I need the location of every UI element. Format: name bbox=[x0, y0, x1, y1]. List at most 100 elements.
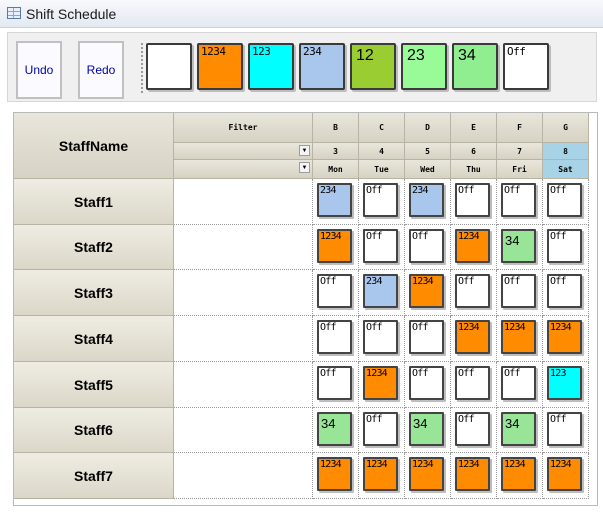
schedule-cell[interactable]: 234 bbox=[359, 270, 405, 316]
column-date-B[interactable]: 3 bbox=[313, 143, 359, 160]
column-letter-C[interactable]: C bbox=[359, 113, 405, 143]
palette-shift-12[interactable]: 12 bbox=[350, 43, 396, 90]
schedule-cell[interactable]: Off bbox=[543, 225, 589, 270]
shift-tile-Off[interactable]: Off bbox=[409, 229, 444, 263]
schedule-cell[interactable]: 34 bbox=[497, 408, 543, 453]
shift-tile-Off[interactable]: Off bbox=[409, 366, 444, 400]
schedule-cell[interactable]: Off bbox=[405, 316, 451, 362]
palette-shift-34[interactable]: 34 bbox=[452, 43, 498, 90]
shift-tile-1234[interactable]: 1234 bbox=[455, 229, 490, 263]
schedule-cell[interactable]: Off bbox=[543, 179, 589, 225]
shift-tile-234[interactable]: 234 bbox=[363, 274, 398, 308]
column-letter-G[interactable]: G bbox=[543, 113, 589, 143]
row-header-staff2[interactable]: Staff2 bbox=[14, 225, 174, 270]
shift-tile-Off[interactable]: Off bbox=[501, 274, 536, 308]
palette-shift-23[interactable]: 23 bbox=[401, 43, 447, 90]
shift-tile-1234[interactable]: 1234 bbox=[317, 457, 352, 491]
shift-tile-Off[interactable]: Off bbox=[455, 183, 490, 217]
schedule-cell[interactable]: 1234 bbox=[359, 453, 405, 499]
schedule-cell[interactable]: Off bbox=[451, 270, 497, 316]
dropdown-arrow-icon[interactable]: ▼ bbox=[299, 145, 310, 156]
schedule-cell[interactable]: 1234 bbox=[359, 362, 405, 408]
shift-tile-Off[interactable]: Off bbox=[501, 183, 536, 217]
schedule-cell[interactable]: Off bbox=[405, 225, 451, 270]
shift-tile-1234[interactable]: 1234 bbox=[363, 366, 398, 400]
shift-tile-Off[interactable]: Off bbox=[363, 320, 398, 354]
schedule-cell[interactable]: Off bbox=[405, 362, 451, 408]
shift-tile-34[interactable]: 34 bbox=[409, 412, 444, 446]
palette-shift-Off[interactable]: Off bbox=[503, 43, 549, 90]
schedule-cell[interactable]: Off bbox=[359, 408, 405, 453]
column-date-D[interactable]: 5 bbox=[405, 143, 451, 160]
shift-tile-Off[interactable]: Off bbox=[363, 183, 398, 217]
shift-tile-Off[interactable]: Off bbox=[547, 274, 582, 308]
row-header-staff4[interactable]: Staff4 bbox=[14, 316, 174, 362]
shift-tile-34[interactable]: 34 bbox=[501, 229, 536, 263]
shift-tile-Off[interactable]: Off bbox=[547, 229, 582, 263]
filter-dropdown-row-2[interactable]: ▼ bbox=[174, 160, 313, 179]
column-day-G[interactable]: Sat bbox=[543, 160, 589, 179]
shift-tile-Off[interactable]: Off bbox=[363, 229, 398, 263]
schedule-cell[interactable]: Off bbox=[313, 270, 359, 316]
shift-tile-123[interactable]: 123 bbox=[547, 366, 582, 400]
schedule-cell[interactable]: Off bbox=[497, 179, 543, 225]
shift-tile-34[interactable]: 34 bbox=[317, 412, 352, 446]
shift-tile-1234[interactable]: 1234 bbox=[317, 229, 352, 263]
shift-tile-Off[interactable]: Off bbox=[455, 366, 490, 400]
schedule-cell[interactable]: Off bbox=[359, 225, 405, 270]
shift-tile-Off[interactable]: Off bbox=[317, 366, 352, 400]
shift-tile-1234[interactable]: 1234 bbox=[409, 457, 444, 491]
schedule-cell[interactable]: Off bbox=[543, 408, 589, 453]
schedule-cell[interactable]: 1234 bbox=[451, 316, 497, 362]
column-day-E[interactable]: Thu bbox=[451, 160, 497, 179]
schedule-cell[interactable]: Off bbox=[451, 362, 497, 408]
schedule-cell[interactable]: 1234 bbox=[313, 453, 359, 499]
toolbar-grip-handle[interactable] bbox=[141, 43, 143, 95]
column-date-C[interactable]: 4 bbox=[359, 143, 405, 160]
palette-shift-blank[interactable] bbox=[146, 43, 192, 90]
shift-tile-234[interactable]: 234 bbox=[317, 183, 352, 217]
shift-tile-Off[interactable]: Off bbox=[501, 366, 536, 400]
column-day-F[interactable]: Fri bbox=[497, 160, 543, 179]
column-day-D[interactable]: Wed bbox=[405, 160, 451, 179]
column-letter-E[interactable]: E bbox=[451, 113, 497, 143]
column-letter-D[interactable]: D bbox=[405, 113, 451, 143]
shift-tile-1234[interactable]: 1234 bbox=[409, 274, 444, 308]
column-letter-F[interactable]: F bbox=[497, 113, 543, 143]
shift-tile-1234[interactable]: 1234 bbox=[501, 457, 536, 491]
schedule-cell[interactable]: Off bbox=[451, 408, 497, 453]
shift-tile-Off[interactable]: Off bbox=[547, 183, 582, 217]
column-letter-B[interactable]: B bbox=[313, 113, 359, 143]
schedule-cell[interactable]: Off bbox=[313, 362, 359, 408]
row-header-staff1[interactable]: Staff1 bbox=[14, 179, 174, 225]
shift-tile-Off[interactable]: Off bbox=[455, 274, 490, 308]
schedule-cell[interactable]: Off bbox=[497, 362, 543, 408]
shift-tile-Off[interactable]: Off bbox=[363, 412, 398, 446]
schedule-cell[interactable]: 123 bbox=[543, 362, 589, 408]
column-day-B[interactable]: Mon bbox=[313, 160, 359, 179]
column-date-F[interactable]: 7 bbox=[497, 143, 543, 160]
schedule-cell[interactable]: Off bbox=[497, 270, 543, 316]
schedule-cell[interactable]: Off bbox=[313, 316, 359, 362]
filter-dropdown-row-1[interactable]: ▼ bbox=[174, 143, 313, 160]
shift-tile-Off[interactable]: Off bbox=[455, 412, 490, 446]
shift-tile-Off[interactable]: Off bbox=[317, 320, 352, 354]
schedule-cell[interactable]: 34 bbox=[497, 225, 543, 270]
schedule-cell[interactable]: 1234 bbox=[451, 225, 497, 270]
row-header-staff5[interactable]: Staff5 bbox=[14, 362, 174, 408]
shift-tile-Off[interactable]: Off bbox=[547, 412, 582, 446]
schedule-cell[interactable]: Off bbox=[359, 179, 405, 225]
palette-shift-1234[interactable]: 1234 bbox=[197, 43, 243, 90]
schedule-cell[interactable]: 1234 bbox=[313, 225, 359, 270]
schedule-cell[interactable]: 34 bbox=[313, 408, 359, 453]
shift-tile-1234[interactable]: 1234 bbox=[455, 457, 490, 491]
shift-tile-1234[interactable]: 1234 bbox=[501, 320, 536, 354]
shift-tile-Off[interactable]: Off bbox=[317, 274, 352, 308]
schedule-cell[interactable]: 34 bbox=[405, 408, 451, 453]
schedule-cell[interactable]: 1234 bbox=[543, 316, 589, 362]
schedule-cell[interactable]: 1234 bbox=[497, 316, 543, 362]
undo-button[interactable]: Undo bbox=[16, 41, 62, 99]
shift-tile-234[interactable]: 234 bbox=[409, 183, 444, 217]
column-date-G[interactable]: 8 bbox=[543, 143, 589, 160]
schedule-cell[interactable]: Off bbox=[543, 270, 589, 316]
